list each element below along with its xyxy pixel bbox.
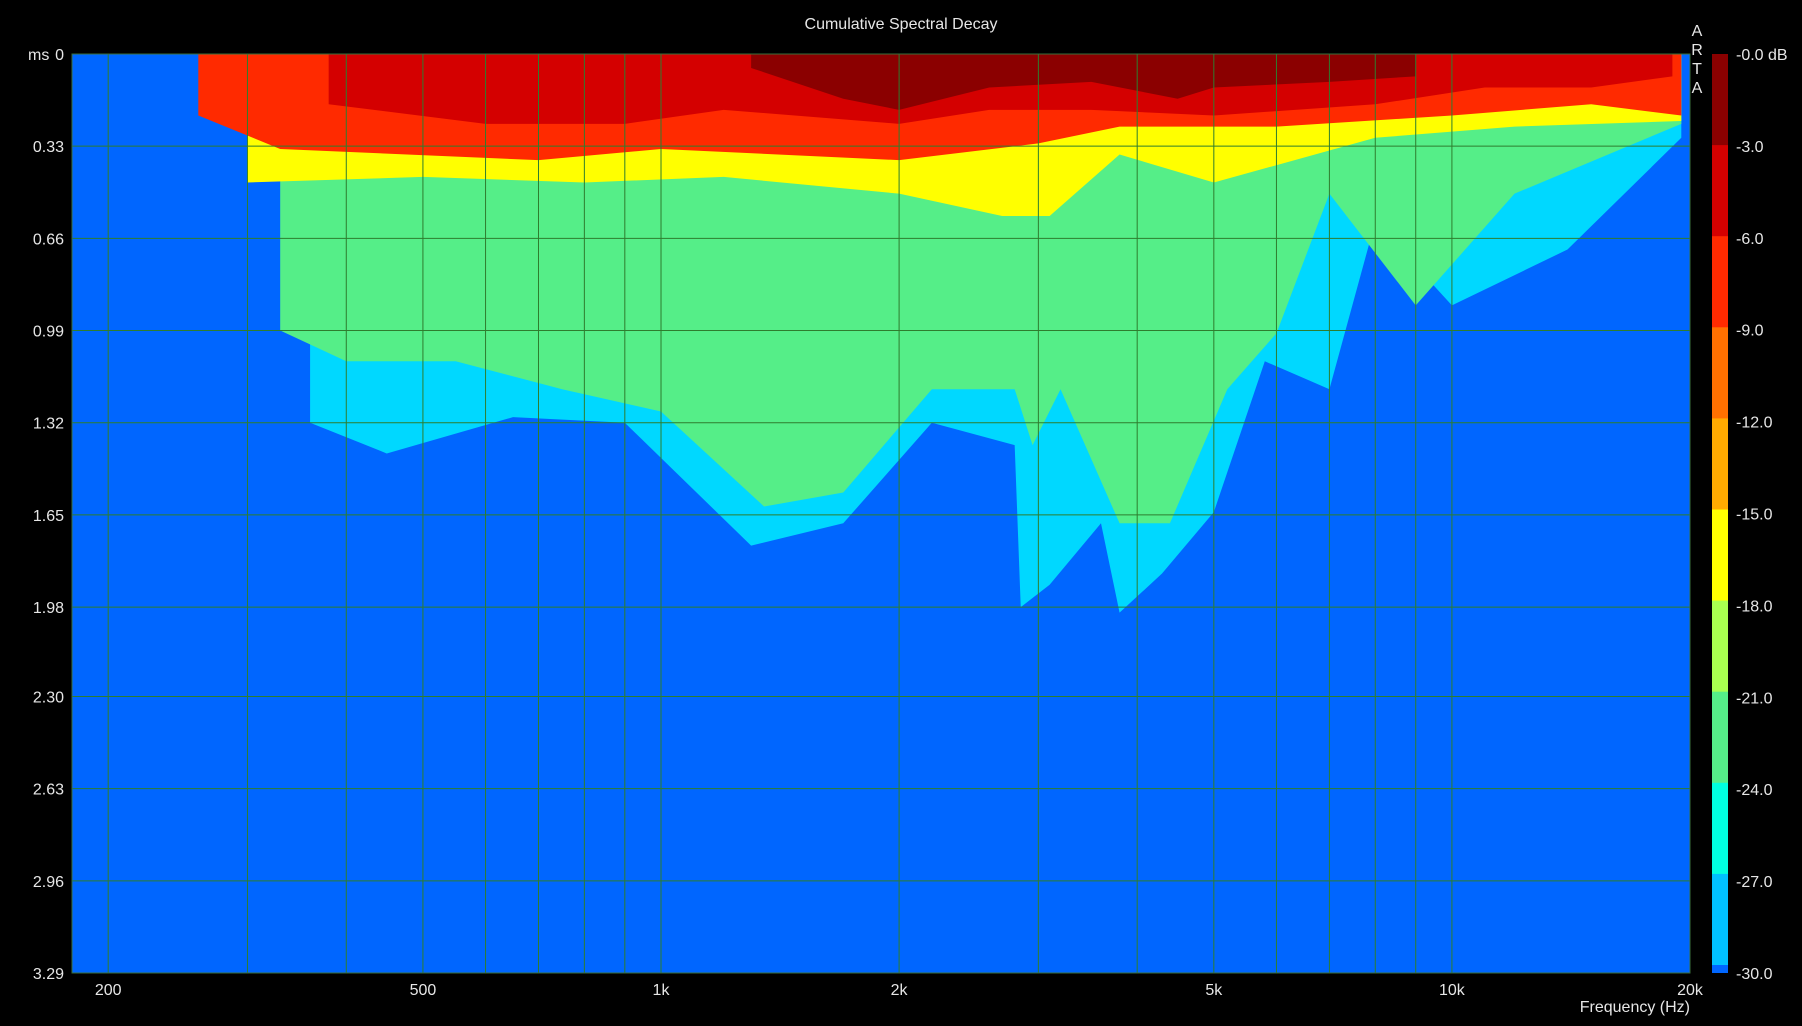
x-tick-label: 1k xyxy=(653,982,671,999)
colorbar-swatch xyxy=(1712,691,1728,784)
colorbar-label: -6.0 xyxy=(1736,231,1764,248)
colorbar-swatch xyxy=(1712,236,1728,328)
colorbar-label: -30.0 xyxy=(1736,966,1773,983)
colorbar-swatch xyxy=(1712,600,1728,693)
arta-watermark: ARTA xyxy=(1691,23,1703,97)
colorbar-swatch xyxy=(1712,145,1728,237)
y-tick-label: 0.33 xyxy=(33,139,64,156)
colorbar-label: -24.0 xyxy=(1736,782,1773,799)
y-axis-label: ms xyxy=(28,47,49,64)
y-tick-label: 1.98 xyxy=(33,600,64,617)
colorbar-label: -0.0 dB xyxy=(1736,47,1788,64)
y-tick-label: 1.65 xyxy=(33,508,64,525)
colorbar-floor-swatch xyxy=(1712,965,1728,973)
y-tick-label: 2.30 xyxy=(33,689,64,706)
colorbar-swatch xyxy=(1712,509,1728,602)
x-tick-label: 5k xyxy=(1205,982,1223,999)
x-tick-label: 200 xyxy=(95,982,122,999)
colorbar: -0.0 dB -3.0 -6.0 -9.0 -12.0 -15.0 -18.0 -21.0 -… xyxy=(1712,47,1788,983)
x-tick-labels: 200 500 1k 2k 5k 10k 20k xyxy=(95,982,1704,999)
y-tick-label: 1.32 xyxy=(33,416,64,433)
colorbar-label: -27.0 xyxy=(1736,874,1773,891)
colorbar-label: -21.0 xyxy=(1736,690,1773,707)
colorbar-label: -12.0 xyxy=(1736,415,1773,432)
x-tick-label: 2k xyxy=(891,982,909,999)
x-tick-label: 500 xyxy=(410,982,437,999)
colorbar-swatch xyxy=(1712,327,1728,419)
x-tick-label: 20k xyxy=(1677,982,1704,999)
x-axis-label: Frequency (Hz) xyxy=(1579,999,1690,1016)
y-tick-labels: ms 0 0.33 0.66 0.99 1.32 1.65 1.98 2.30 2.63 2.96 3… xyxy=(28,47,64,983)
colorbar-swatch xyxy=(1712,782,1728,875)
y-tick-label: 0.66 xyxy=(33,231,64,248)
colorbar-label: -15.0 xyxy=(1736,507,1773,524)
colorbar-swatch xyxy=(1712,418,1728,510)
colorbar-swatch xyxy=(1712,873,1728,966)
colorbar-swatch xyxy=(1712,54,1728,146)
colorbar-label: -18.0 xyxy=(1736,598,1773,615)
y-tick-label: 2.96 xyxy=(33,874,64,891)
colorbar-label: -9.0 xyxy=(1736,323,1764,340)
y-tick-label: 2.63 xyxy=(33,782,64,799)
colorbar-label: -3.0 xyxy=(1736,139,1764,156)
y-tick-label: 0.99 xyxy=(33,324,64,341)
y-tick-label: 0 xyxy=(55,47,64,64)
x-tick-label: 10k xyxy=(1439,982,1466,999)
decay-plot: 200 500 1k 2k 5k 10k 20k ms 0 0.33 0.66 0.99 1.32 1.… xyxy=(28,47,1788,999)
y-tick-label: 3.29 xyxy=(33,966,64,983)
